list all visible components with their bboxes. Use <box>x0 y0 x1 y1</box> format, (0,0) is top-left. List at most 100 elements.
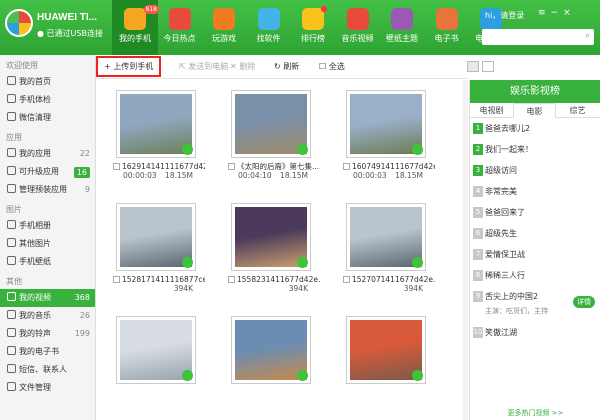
ranking-item[interactable]: 6 超级先生 <box>470 223 600 244</box>
sidebar-item-icon <box>7 346 16 355</box>
video-card[interactable] <box>216 308 316 402</box>
video-name: 1528171411116877ce63f... <box>122 275 205 284</box>
video-preview-image <box>120 207 192 267</box>
sidebar-item[interactable]: 手机壁纸 <box>0 253 95 271</box>
video-thumbnail[interactable] <box>346 90 426 158</box>
nav-label: 排行榜 <box>301 34 325 43</box>
sidebar-item-icon <box>7 148 16 157</box>
nav-item-3[interactable]: 找软件 <box>246 0 292 55</box>
more-videos-link[interactable]: 更多热门视频 >> <box>470 408 600 418</box>
notification-dot-icon <box>321 6 327 12</box>
video-select-checkbox[interactable] <box>343 163 350 170</box>
refresh-button[interactable]: ↻ 刷新 <box>274 55 299 79</box>
video-preview-image <box>120 320 192 380</box>
video-card[interactable]: 1527071411677d42e... 394K <box>331 195 435 293</box>
sidebar-item[interactable]: 手机相册 <box>0 217 95 235</box>
sidebar-item-icon <box>7 220 16 229</box>
panel-tab[interactable]: 电影 <box>513 103 556 118</box>
video-preview-image <box>120 94 192 154</box>
nav-item-1[interactable]: 今日热点 <box>157 0 203 55</box>
sidebar-item[interactable]: 我的铃声 199 <box>0 325 95 343</box>
sidebar-section-title: 应用 <box>6 133 22 142</box>
sidebar-item[interactable]: 其他图片 <box>0 235 95 253</box>
sidebar-item[interactable]: 我的音乐 26 <box>0 307 95 325</box>
sidebar-item[interactable]: 手机体检 <box>0 91 95 109</box>
video-select-checkbox[interactable] <box>228 163 235 170</box>
send-to-pc-button[interactable]: ⇱ 发送到电脑 <box>179 55 228 79</box>
sidebar-item[interactable]: 文件管理 <box>0 379 95 397</box>
list-view-icon[interactable] <box>482 61 494 72</box>
search-icon[interactable]: ⌕ <box>585 31 590 41</box>
video-card[interactable] <box>331 308 431 402</box>
ranking-item[interactable]: 4 非常完美 <box>470 181 600 202</box>
ranking-item[interactable]: 2 我们一起来！ <box>470 139 600 160</box>
detail-button[interactable]: 详情 <box>573 296 595 308</box>
video-thumbnail[interactable] <box>346 316 426 384</box>
sidebar-item[interactable]: 我的视频 368 <box>0 289 95 307</box>
panel-tab[interactable]: 电视剧 <box>470 103 513 118</box>
ranking-item[interactable]: 10 笑傲江湖 <box>470 322 600 343</box>
video-select-checkbox[interactable] <box>228 276 235 283</box>
sidebar-item[interactable]: 可升级应用 16 <box>0 163 95 181</box>
nav-item-7[interactable]: 电子书 <box>424 0 470 55</box>
connection-status: ● 已通过USB连接 <box>37 29 103 38</box>
sidebar-item-icon <box>7 328 16 337</box>
sidebar-item-icon <box>7 310 16 319</box>
nav-item-2[interactable]: 玩游戏 <box>201 0 247 55</box>
sidebar-item[interactable]: 我的电子书 <box>0 343 95 361</box>
device-name[interactable]: HUAWEI TI... <box>37 12 97 23</box>
nav-item-6[interactable]: 壁纸主题 <box>379 0 425 55</box>
sidebar-item-label: 管理预装应用 <box>19 185 67 194</box>
video-card[interactable]: 162914141111677d42e...00:00:03 18.15M <box>101 82 205 180</box>
sidebar-section-title: 图片 <box>6 205 22 214</box>
video-select-checkbox[interactable] <box>113 163 120 170</box>
app-logo-icon <box>5 9 33 37</box>
nav-item-0[interactable]: 818 我的手机 <box>112 0 159 55</box>
panel-tab[interactable]: 综艺 <box>556 103 599 118</box>
nav-icon <box>213 8 235 30</box>
video-thumbnail[interactable] <box>116 90 196 158</box>
video-thumbnail[interactable] <box>116 316 196 384</box>
video-card[interactable]: 1558231411677d42e... 394K <box>216 195 320 293</box>
video-thumbnail[interactable] <box>231 316 311 384</box>
video-card[interactable]: 16074914111677d42e...00:00:03 18.15M <box>331 82 435 180</box>
sidebar-item[interactable]: 我的首页 <box>0 73 95 91</box>
ranking-item[interactable]: 9 舌尖上的中国2 主演：吃货们，主持 详情 <box>470 286 600 322</box>
sidebar-item[interactable]: 我的应用 22 <box>0 145 95 163</box>
video-thumbnail[interactable] <box>231 203 311 271</box>
video-card[interactable]: 1528171411116877ce63f...394K <box>101 195 205 293</box>
video-select-checkbox[interactable] <box>343 276 350 283</box>
delete-button[interactable]: ✕ 删除 <box>230 55 255 79</box>
video-card[interactable]: 《太阳的后裔》第七集... 00:04:10 18.15M <box>216 82 320 180</box>
sidebar-item[interactable]: 微信清理 <box>0 109 95 127</box>
video-select-checkbox[interactable] <box>113 276 120 283</box>
grid-scrollbar[interactable] <box>463 80 468 420</box>
video-name: 1558231411677d42e... <box>237 275 320 284</box>
ranking-item[interactable]: 7 爱情保卫战 <box>470 244 600 265</box>
nav-label: 壁纸主题 <box>386 34 418 43</box>
video-meta: 00:00:03 18.15M <box>123 171 193 180</box>
ranking-item[interactable]: 5 爸爸回来了 <box>470 202 600 223</box>
video-thumbnail[interactable] <box>346 203 426 271</box>
video-thumbnail[interactable] <box>116 203 196 271</box>
sidebar-item[interactable]: 短信、联系人 <box>0 361 95 379</box>
ranking-item[interactable]: 8 稀稀三人行 <box>470 265 600 286</box>
login-link[interactable]: hi，请登录 <box>485 10 524 21</box>
video-card[interactable] <box>101 308 201 402</box>
nav-item-4[interactable]: 排行榜 <box>290 0 336 55</box>
search-input[interactable]: ⌕ <box>482 29 594 45</box>
select-all-checkbox[interactable]: ☐ 全选 <box>319 55 345 79</box>
ranking-number: 1 <box>473 123 483 134</box>
nav-item-8[interactable]: 电脑软件 <box>468 0 514 55</box>
ranking-item[interactable]: 3 超级访问 <box>470 160 600 181</box>
ranking-item[interactable]: 1 爸爸去哪儿2 <box>470 118 600 139</box>
window-controls[interactable]: ≡−× <box>538 8 576 18</box>
grid-view-icon[interactable] <box>467 61 479 72</box>
nav-item-5[interactable]: 音乐视频 <box>335 0 381 55</box>
sidebar-item[interactable]: 管理预装应用 9 <box>0 181 95 199</box>
wechat-video-icon <box>412 257 423 268</box>
ranking-number: 10 <box>473 327 483 338</box>
video-thumbnail[interactable] <box>231 90 311 158</box>
ranking-number: 2 <box>473 144 483 155</box>
video-name: 《太阳的后裔》第七集... <box>237 162 320 171</box>
